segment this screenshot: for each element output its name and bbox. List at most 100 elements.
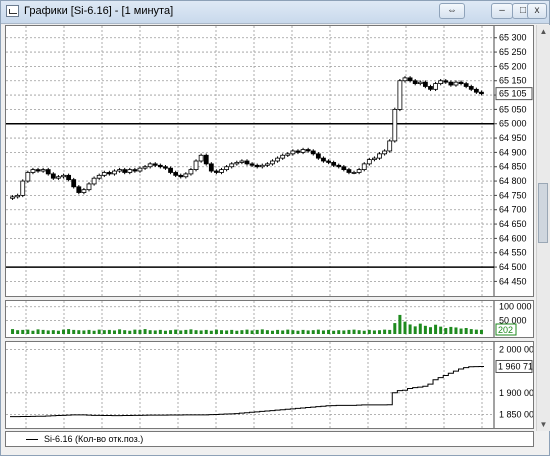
volume-bar	[36, 329, 40, 334]
candle-body	[193, 160, 199, 170]
candle-body	[178, 174, 184, 178]
legend-label: Si-6.16 (Кол-во отк.поз.)	[44, 434, 144, 444]
candle-body	[224, 166, 230, 171]
volume-bar	[413, 326, 417, 334]
volume-bar	[332, 330, 336, 334]
volume-bar	[220, 330, 224, 334]
vertical-scrollbar[interactable]: ▲ ▼	[536, 25, 550, 431]
candle-body	[234, 162, 240, 165]
candle-body	[290, 150, 296, 155]
candle-body	[40, 169, 46, 172]
candle-body	[81, 189, 87, 193]
candle-body	[254, 164, 260, 168]
candle-body	[61, 174, 66, 178]
price-tick-label: 64 850	[499, 162, 527, 172]
volume-bar	[327, 329, 331, 334]
volume-bar	[102, 330, 106, 334]
scroll-down-icon[interactable]: ▼	[537, 418, 550, 431]
candle-body	[392, 109, 398, 142]
volume-bar	[388, 329, 392, 334]
scroll-thumb[interactable]	[538, 183, 548, 243]
title-bar[interactable]: Графики [Si-6.16] - [1 минута] ⇔ – □ x	[1, 1, 549, 24]
volume-bar	[454, 327, 458, 334]
volume-bar	[199, 330, 203, 334]
candle-body	[229, 163, 235, 168]
volume-bar	[459, 328, 463, 334]
volume-bar	[474, 329, 478, 334]
volume-bar	[189, 329, 193, 334]
volume-bar	[265, 330, 269, 334]
minimize-button[interactable]: –	[491, 3, 513, 19]
scroll-up-icon[interactable]: ▲	[537, 25, 550, 38]
volume-chart-panel[interactable]: 100 000 50 000 202	[5, 300, 534, 338]
volume-bar	[276, 329, 280, 334]
candle-body	[295, 150, 301, 153]
oi-tick-label: 2 000 000	[499, 344, 533, 354]
candle-body	[66, 174, 72, 181]
volume-bar	[158, 329, 162, 334]
candle-body	[96, 174, 102, 179]
volume-bar	[281, 330, 285, 334]
candle-body	[219, 169, 224, 173]
volume-bar	[138, 329, 142, 334]
volume-bar	[378, 330, 382, 334]
candle-body	[346, 169, 352, 173]
oi-tick-label: 1 900 000	[499, 388, 533, 398]
candle-body	[275, 157, 280, 162]
volume-bar	[209, 330, 213, 334]
volume-bar	[444, 328, 448, 334]
candle-body	[341, 166, 347, 171]
candle-body	[198, 154, 204, 162]
candle-body	[137, 167, 143, 172]
candle-body	[412, 80, 418, 85]
candle-body	[270, 160, 275, 165]
candle-body	[463, 83, 469, 87]
candle-body	[152, 163, 158, 166]
volume-chart[interactable]: 100 00050 000202	[6, 301, 533, 337]
candle-body	[448, 81, 454, 86]
volume-bar	[153, 330, 157, 334]
volume-bar	[393, 323, 397, 334]
candle-body	[249, 163, 255, 166]
swap-icon[interactable]: ⇔	[439, 3, 465, 19]
volume-bar	[163, 330, 167, 334]
volume-bar	[92, 330, 96, 334]
candle-body	[132, 169, 138, 172]
volume-bar	[123, 330, 127, 334]
volume-bar	[107, 329, 111, 334]
candle-body	[468, 86, 474, 90]
open-interest-chart-panel[interactable]: 2 000 000 1 900 000 1 850 000 1 960 718	[5, 341, 534, 429]
price-chart[interactable]: 65 30065 25065 20065 15065 10065 05065 0…	[6, 26, 533, 296]
volume-bar	[301, 329, 305, 334]
candle-body	[310, 150, 316, 155]
candle-body	[25, 172, 31, 182]
close-button[interactable]: x	[527, 3, 547, 19]
volume-bar	[418, 323, 422, 334]
volume-bar	[428, 327, 432, 334]
volume-bar	[230, 329, 234, 334]
volume-bar	[245, 329, 249, 334]
volume-bar	[77, 330, 81, 334]
candle-body	[214, 170, 219, 173]
candle-body	[321, 157, 326, 162]
price-tick-label: 64 950	[499, 133, 527, 143]
volume-bar	[449, 326, 453, 334]
volume-bar	[464, 328, 468, 334]
candle-body	[377, 153, 382, 159]
candle-body	[183, 173, 189, 178]
candle-body	[259, 164, 265, 168]
open-interest-chart[interactable]: 2 000 000 1 900 000 1 850 000 1 960 718	[6, 342, 533, 428]
volume-bar	[112, 330, 116, 334]
candle-body	[407, 77, 413, 82]
volume-bar	[128, 330, 132, 334]
volume-tick-label: 100 000	[499, 302, 532, 312]
candle-body	[142, 166, 148, 169]
chart-app-icon	[6, 5, 19, 17]
candle-body	[438, 80, 444, 85]
price-tick-label: 64 550	[499, 248, 527, 258]
volume-bar	[225, 330, 229, 334]
candle-body	[163, 166, 168, 169]
volume-bar	[214, 329, 218, 334]
price-chart-panel[interactable]: 65 30065 25065 20065 15065 10065 05065 0…	[5, 25, 534, 297]
volume-bar	[362, 330, 366, 334]
